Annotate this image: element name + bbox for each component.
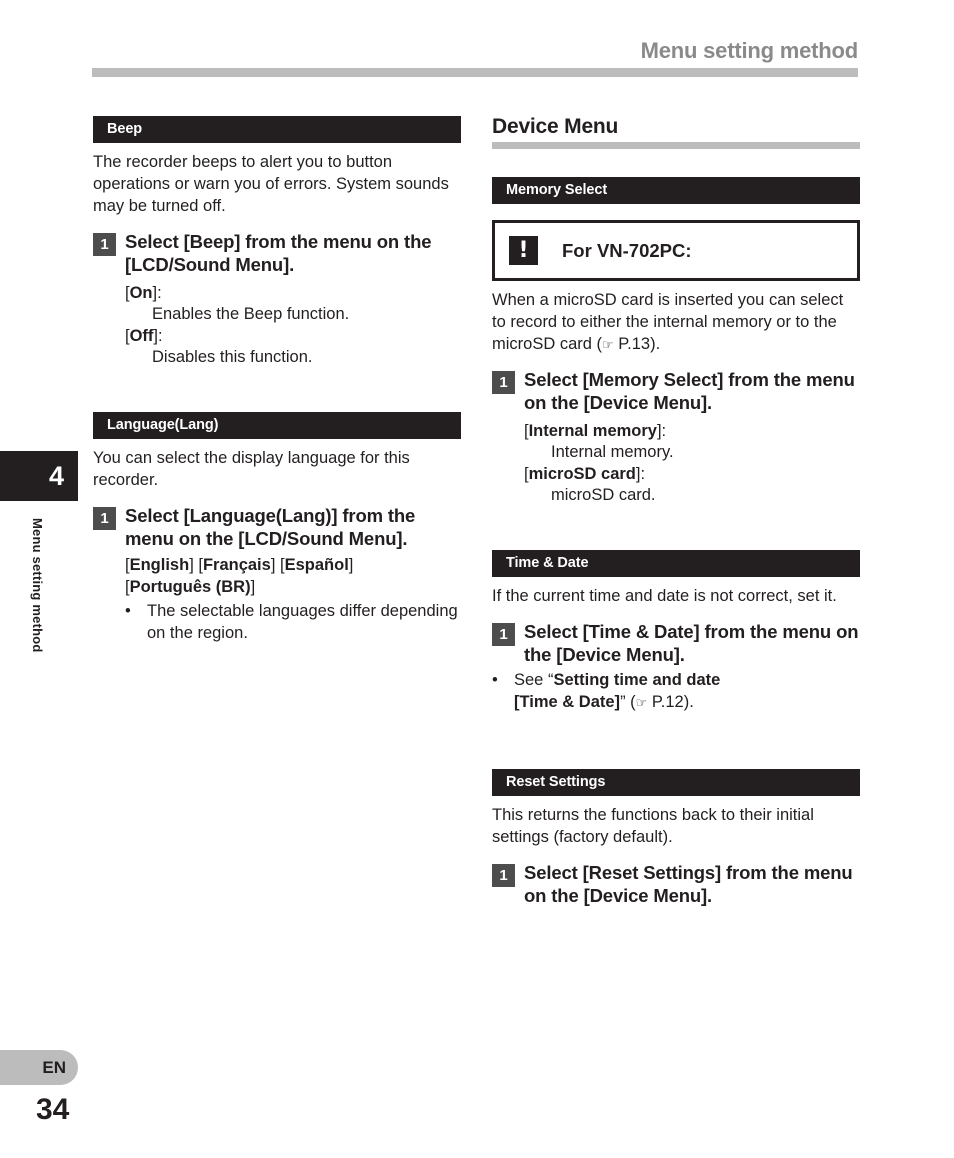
vn-702pc-callout: ! For VN-702PC:: [492, 220, 860, 282]
section-bar-reset-settings: Reset Settings: [492, 769, 860, 797]
chapter-number-tab: 4: [0, 451, 78, 501]
page-number: 34: [36, 1093, 70, 1126]
memory-select-step-1: 1 Select [Memory Select] from the menu o…: [492, 369, 860, 415]
bullet-icon: •: [492, 671, 498, 690]
beep-step-1: 1 Select [Beep] from the menu on the [LC…: [93, 231, 461, 277]
memory-option-microsd-term: [microSD card]:: [524, 464, 646, 483]
beep-option-on-term: [On]:: [125, 283, 162, 302]
beep-option-on-desc: Enables the Beep function.: [152, 305, 350, 324]
page-header-rule: [92, 68, 858, 77]
left-column: Beep The recorder beeps to alert you to …: [93, 116, 461, 644]
section-reset-settings: Reset Settings This returns the function…: [492, 769, 860, 908]
time-date-note: • See “Setting time and date [Time & Date…: [492, 670, 860, 713]
step-number-badge: 1: [93, 232, 116, 256]
language-note-text: The selectable languages differ dependin…: [147, 602, 458, 642]
beep-option-off-desc: Disables this function.: [152, 348, 313, 366]
memory-option-internal-desc: Internal memory.: [551, 443, 674, 462]
memory-select-step-1-text: Select [Memory Select] from the menu on …: [524, 368, 855, 413]
section-bar-time-date: Time & Date: [492, 550, 860, 578]
beep-options: [On]: Enables the Beep function. [Off]: …: [125, 283, 461, 369]
right-column: Device Menu Memory Select ! For VN-702PC…: [492, 115, 860, 908]
language-note: • The selectable languages differ depend…: [125, 601, 461, 644]
callout-text: For VN-702PC:: [562, 239, 692, 261]
title-spacer: [492, 149, 860, 177]
language-step-1-text: Select [Language(Lang)] from the menu on…: [125, 505, 416, 550]
time-date-step-1: 1 Select [Time & Date] from the menu on …: [492, 621, 860, 667]
reset-settings-intro-text: This returns the functions back to their…: [492, 806, 814, 847]
language-step-1: 1 Select [Language(Lang)] from the menu …: [93, 505, 461, 551]
step-number-badge: 1: [492, 623, 515, 647]
page-header-title: Menu setting method: [640, 38, 859, 63]
section-beep: Beep The recorder beeps to alert you to …: [93, 116, 461, 368]
section-bar-beep: Beep: [93, 116, 461, 143]
bullet-icon: •: [125, 602, 131, 621]
section-bar-language: Language(Lang): [93, 412, 461, 440]
section-language: Language(Lang) You can select the displa…: [93, 412, 461, 644]
language-code-tab: EN: [0, 1050, 78, 1085]
time-date-step-1-text: Select [Time & Date] from the menu on th…: [524, 621, 859, 666]
device-menu-section-title: Device Menu: [492, 115, 619, 138]
time-date-intro-text: If the current time and date is not corr…: [492, 587, 837, 606]
reset-settings-step-1-text: Select [Reset Settings] from the menu on…: [524, 862, 853, 906]
step-number-badge: 1: [492, 370, 515, 394]
memory-select-options: [Internal memory]: Internal memory. [mic…: [524, 421, 860, 507]
exclamation-icon: !: [509, 236, 538, 266]
step-number-badge: 1: [93, 507, 116, 531]
memory-select-intro-text: When a microSD card is inserted you can …: [492, 291, 844, 353]
memory-option-microsd-desc: microSD card.: [551, 486, 656, 505]
beep-step-1-text: Select [Beep] from the menu on the [LCD/…: [125, 230, 432, 275]
device-menu-title-rule: [492, 142, 860, 150]
language-option-list: [English] [Français] [Español] [Português…: [125, 556, 354, 596]
section-bar-memory-select: Memory Select: [492, 177, 860, 205]
step-number-badge: 1: [492, 864, 515, 888]
memory-option-internal-term: [Internal memory]:: [524, 421, 667, 440]
section-memory-select: Memory Select ! For VN-702PC: When a mic…: [492, 177, 860, 506]
beep-option-off-term: [Off]:: [125, 326, 163, 345]
reset-settings-step-1: 1 Select [Reset Settings] from the menu …: [492, 862, 860, 908]
section-time-date: Time & Date If the current time and date…: [492, 550, 860, 713]
time-date-note-text: See “Setting time and date [Time & Date]”…: [514, 671, 721, 711]
language-intro-text: You can select the display language for …: [93, 449, 410, 490]
chapter-vertical-label: Menu setting method: [30, 518, 45, 653]
beep-intro-text: The recorder beeps to alert you to butto…: [93, 153, 449, 215]
